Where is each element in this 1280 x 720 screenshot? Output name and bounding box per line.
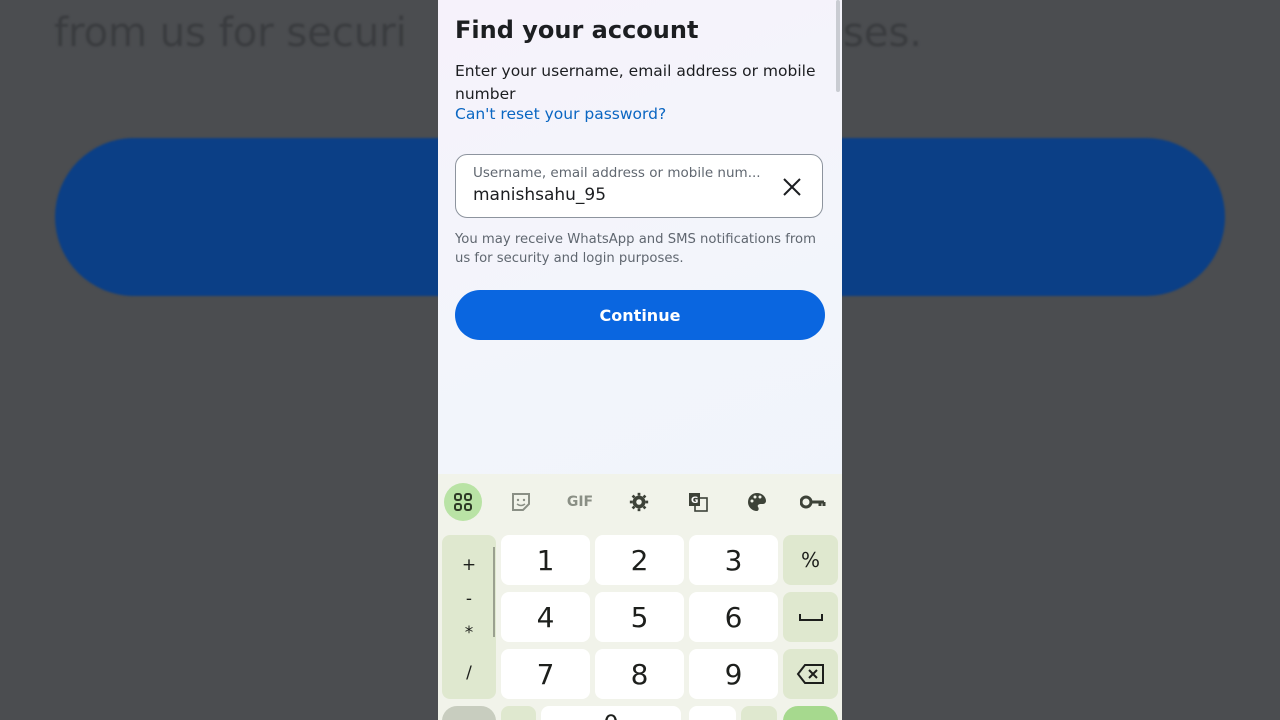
space-icon [798, 614, 823, 621]
background-text-left: from us for securi [54, 10, 407, 56]
keyboard: GIF G + - * / 1 2 3 % 4 5 6 7 8 9 [438, 474, 842, 720]
enter-key[interactable] [783, 706, 838, 720]
cant-reset-password-link[interactable]: Can't reset your password? [455, 105, 666, 123]
period-key[interactable] [689, 706, 736, 720]
gear-icon[interactable] [620, 483, 658, 521]
asterisk-key[interactable]: * [442, 623, 496, 643]
keyboard-toolbar: GIF G [438, 474, 842, 530]
key-3[interactable]: 3 [689, 535, 778, 585]
phone-screen: Find your account Enter your username, e… [438, 0, 842, 720]
field-label: Username, email address or mobile num... [473, 165, 761, 181]
symbols-column: + - * / [442, 535, 496, 699]
key-5[interactable]: 5 [595, 592, 684, 642]
gif-label: GIF [566, 494, 594, 510]
comma-key[interactable] [501, 706, 536, 720]
notification-notice: You may receive WhatsApp and SMS notific… [455, 232, 816, 266]
key-1[interactable]: 1 [501, 535, 590, 585]
translate-icon[interactable]: G [679, 483, 717, 521]
column-divider [493, 547, 495, 637]
backspace-icon [796, 664, 824, 684]
key-2[interactable]: 2 [595, 535, 684, 585]
key-9[interactable]: 9 [689, 649, 778, 699]
page-description: Enter your username, email address or mo… [455, 62, 816, 103]
plus-key[interactable]: + [442, 555, 496, 575]
continue-button[interactable]: Continue [455, 290, 825, 340]
palette-icon[interactable] [738, 483, 776, 521]
background-text-right: ses. [843, 10, 923, 56]
minus-key[interactable]: - [442, 589, 496, 609]
scrollbar[interactable] [836, 0, 840, 92]
svg-text:G: G [691, 496, 698, 506]
key-4[interactable]: 4 [501, 592, 590, 642]
gif-icon[interactable]: GIF [561, 483, 599, 521]
account-search-field[interactable]: Username, email address or mobile num... [455, 154, 823, 218]
equals-key[interactable] [741, 706, 777, 720]
apps-grid-icon[interactable] [444, 483, 482, 521]
sticker-icon[interactable] [502, 483, 540, 521]
key-7[interactable]: 7 [501, 649, 590, 699]
slash-key[interactable]: / [442, 663, 496, 683]
backspace-key[interactable] [783, 649, 838, 699]
page-title: Find your account [455, 16, 699, 44]
key-6[interactable]: 6 [689, 592, 778, 642]
key-0[interactable]: 0 [541, 706, 681, 720]
symbols-switch-key[interactable] [442, 706, 496, 720]
key-percent[interactable]: % [783, 535, 838, 585]
space-key[interactable] [783, 592, 838, 642]
key-8[interactable]: 8 [595, 649, 684, 699]
key-icon[interactable] [794, 483, 832, 521]
account-search-input[interactable] [473, 185, 763, 205]
clear-icon[interactable] [780, 175, 804, 199]
